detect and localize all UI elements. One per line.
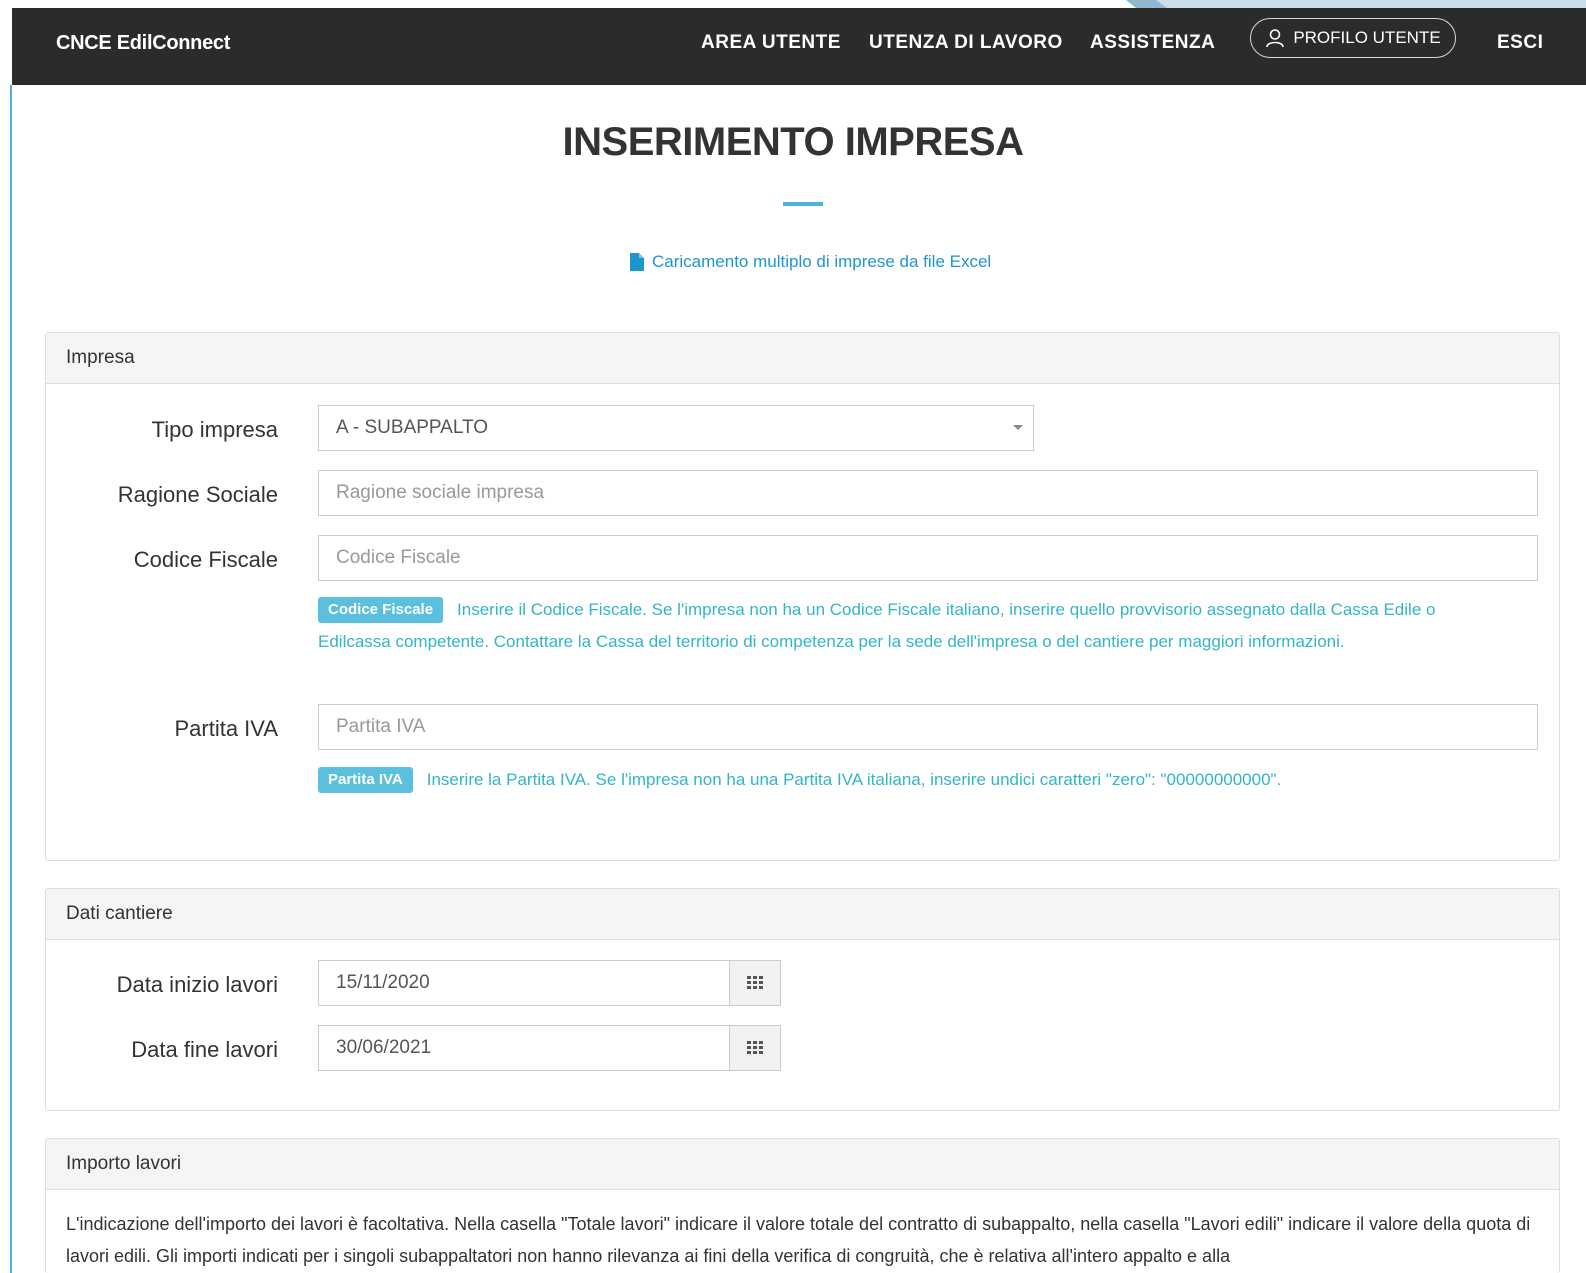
partita-iva-badge: Partita IVA	[318, 767, 413, 793]
top-navbar: CNCE EdilConnect AREA UTENTE UTENZA DI L…	[12, 8, 1586, 85]
panel-impresa: Impresa Tipo impresa A - SUBAPPALTO Ragi…	[45, 332, 1560, 861]
codice-fiscale-help: Codice Fiscale Inserire il Codice Fiscale…	[318, 594, 1508, 658]
importo-lavori-description: L'indicazione dell'importo dei lavori è …	[66, 1214, 1531, 1266]
user-icon	[1266, 29, 1285, 48]
tipo-impresa-select[interactable]: A - SUBAPPALTO	[318, 405, 1034, 451]
excel-upload-link[interactable]: Caricamento multiplo di imprese da file …	[630, 252, 991, 272]
codice-fiscale-label: Codice Fiscale	[133, 547, 278, 572]
nav-esci[interactable]: ESCI	[1497, 32, 1543, 54]
data-fine-label: Data fine lavori	[131, 1037, 278, 1062]
panel-impresa-heading: Impresa	[46, 333, 1559, 384]
partita-iva-label: Partita IVA	[174, 716, 278, 741]
tipo-impresa-label: Tipo impresa	[151, 417, 278, 442]
panel-dati-cantiere-heading: Dati cantiere	[46, 889, 1559, 940]
data-inizio-label: Data inizio lavori	[116, 972, 278, 997]
calendar-grid-icon	[747, 976, 763, 989]
window-left-border	[10, 85, 12, 1273]
panel-importo-lavori: Importo lavori L'indicazione dell'import…	[45, 1138, 1560, 1273]
ragione-sociale-input[interactable]: Ragione sociale impresa	[318, 470, 1538, 516]
tipo-impresa-value: A - SUBAPPALTO	[336, 417, 489, 438]
partita-iva-input[interactable]: Partita IVA	[318, 704, 1538, 750]
panel-dati-cantiere: Dati cantiere Data inizio lavori 15/11/2…	[45, 888, 1560, 1111]
data-inizio-calendar-button[interactable]	[729, 960, 781, 1006]
data-inizio-input[interactable]: 15/11/2020	[318, 960, 730, 1006]
chevron-down-icon	[1013, 425, 1023, 430]
data-fine-input[interactable]: 30/06/2021	[318, 1025, 730, 1071]
file-icon	[630, 253, 644, 271]
brand-logo-text[interactable]: CNCE EdilConnect	[56, 32, 230, 55]
title-underline	[783, 202, 823, 206]
profilo-utente-label: PROFILO UTENTE	[1293, 28, 1441, 47]
nav-area-utente[interactable]: AREA UTENTE	[701, 32, 841, 54]
page-title: INSERIMENTO IMPRESA	[562, 120, 1024, 164]
codice-fiscale-help-text: Inserire il Codice Fiscale. Se l'impresa…	[318, 600, 1436, 651]
nav-utenza-di-lavoro[interactable]: UTENZA DI LAVORO	[869, 32, 1063, 54]
nav-assistenza[interactable]: ASSISTENZA	[1090, 32, 1215, 54]
profilo-utente-button[interactable]: PROFILO UTENTE	[1250, 18, 1456, 58]
ragione-sociale-label: Ragione Sociale	[117, 482, 278, 507]
excel-upload-link-label: Caricamento multiplo di imprese da file …	[652, 252, 992, 271]
partita-iva-help-text: Inserire la Partita IVA. Se l'impresa no…	[426, 770, 1282, 789]
codice-fiscale-badge: Codice Fiscale	[318, 597, 444, 623]
panel-importo-lavori-heading: Importo lavori	[46, 1139, 1559, 1190]
data-fine-calendar-button[interactable]	[729, 1025, 781, 1071]
partita-iva-help: Partita IVA Inserire la Partita IVA. Se l…	[318, 764, 1508, 796]
calendar-grid-icon	[747, 1041, 763, 1054]
codice-fiscale-input[interactable]: Codice Fiscale	[318, 535, 1538, 581]
